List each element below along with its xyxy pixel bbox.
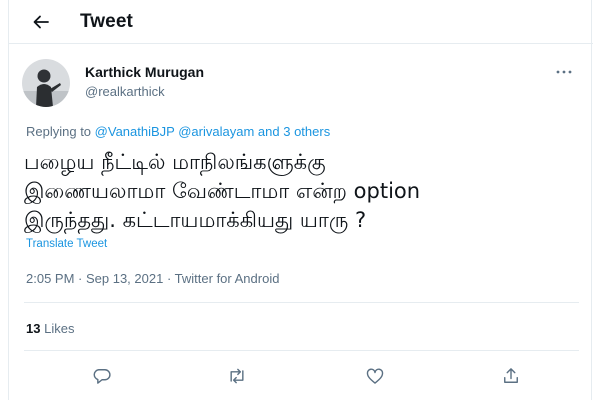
- meta-separator: ·: [74, 271, 86, 286]
- mention-link[interactable]: @arivalayam: [178, 124, 254, 139]
- tweet-source[interactable]: Twitter for Android: [175, 271, 280, 286]
- share-button[interactable]: [499, 365, 523, 387]
- mention-link[interactable]: @VanathiBJP: [95, 124, 175, 139]
- more-options-button[interactable]: [549, 60, 579, 84]
- likes-number: 13: [26, 321, 41, 336]
- replying-to-label: Replying to: [26, 124, 92, 139]
- replying-to: Replying to @VanathiBJP @arivalayam and …: [26, 124, 330, 139]
- page-header: Tweet: [9, 0, 593, 44]
- retweet-icon: [230, 368, 244, 384]
- like-button[interactable]: [363, 365, 387, 387]
- divider: [24, 302, 579, 303]
- author-handle[interactable]: @realkarthick: [85, 84, 165, 99]
- likes-count[interactable]: 13 Likes: [26, 321, 74, 336]
- tweet-date[interactable]: Sep 13, 2021: [86, 271, 163, 286]
- tweet-text-line: பழைய நீட்டில் மாநிலங்களுக்கு: [24, 150, 326, 174]
- tweet-text-line: இணையலாமா வேண்டாமா என்ற option: [24, 179, 421, 203]
- tweet-text-line: இருந்தது. கட்டாயமாக்கியது யாரு ?: [24, 208, 367, 232]
- more-icon: [556, 70, 572, 74]
- others-link[interactable]: and 3 others: [258, 124, 330, 139]
- back-arrow-icon: [33, 15, 49, 29]
- tweet-page: Tweet Karthick Murugan @realkarthick Rep…: [8, 0, 593, 400]
- likes-label: Likes: [44, 321, 75, 336]
- meta-separator: ·: [163, 271, 175, 286]
- tweet-time[interactable]: 2:05 PM: [26, 271, 74, 286]
- back-button[interactable]: [27, 8, 55, 36]
- share-icon: [504, 368, 518, 383]
- divider: [24, 350, 579, 351]
- retweet-button[interactable]: [225, 365, 249, 387]
- reply-button[interactable]: [90, 365, 114, 387]
- tweet-text: பழைய நீட்டில் மாநிலங்களுக்கு இணையலாமா வே…: [24, 148, 584, 235]
- avatar[interactable]: [22, 59, 70, 107]
- tweet-meta: 2:05 PM · Sep 13, 2021 · Twitter for And…: [26, 271, 279, 286]
- translate-tweet-link[interactable]: Translate Tweet: [26, 238, 107, 250]
- like-icon: [366, 368, 384, 384]
- reply-icon: [93, 369, 111, 384]
- author-name[interactable]: Karthick Murugan: [85, 64, 204, 80]
- page-title: Tweet: [80, 11, 133, 32]
